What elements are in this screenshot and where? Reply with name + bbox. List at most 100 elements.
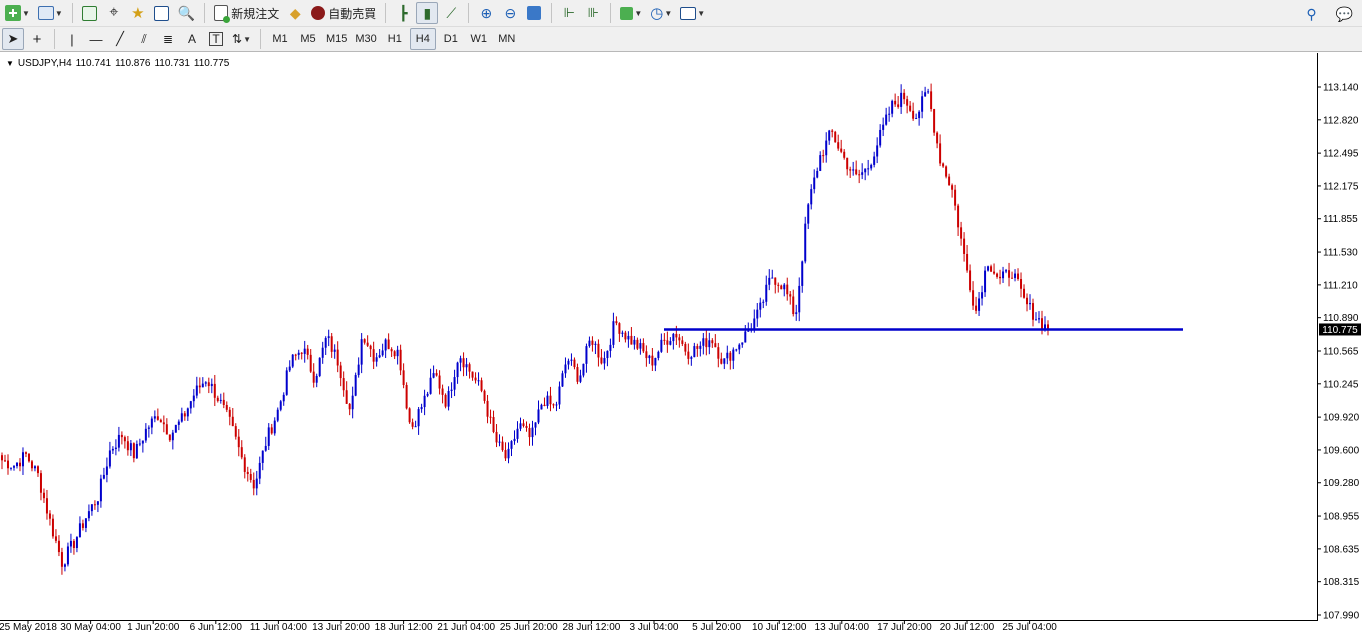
price-axis-label: 112.175 <box>1323 181 1359 192</box>
candle-body <box>9 467 12 469</box>
candle-body <box>336 349 339 366</box>
candle-body <box>465 364 468 368</box>
fibonacci-button[interactable]: ≣ <box>157 28 179 50</box>
tile-windows-button[interactable] <box>523 2 545 24</box>
toolbar-separator <box>204 3 206 23</box>
text-tool-button[interactable]: A <box>181 28 203 50</box>
candle-body <box>798 285 801 313</box>
data-window-button[interactable]: ⌖ <box>103 2 125 24</box>
candle-body <box>633 339 636 345</box>
candle-body <box>807 204 810 224</box>
channel-icon: ⫽ <box>141 31 147 46</box>
candle-body <box>789 294 792 297</box>
price-chart[interactable]: 113.140 112.820 112.495 112.175 111.855 111.5… <box>0 53 1362 640</box>
candle-body <box>414 426 417 428</box>
candle-body <box>483 390 486 401</box>
timeframe-mn[interactable]: MN <box>494 28 520 50</box>
strategy-tester-button[interactable]: 🔍 <box>175 2 198 24</box>
timeframe-h4[interactable]: H4 <box>409 28 436 50</box>
candle-body <box>585 346 588 364</box>
candle-body <box>540 404 543 410</box>
candle-body <box>1 455 3 461</box>
candle-body <box>567 360 570 365</box>
periods-button[interactable]: ◷ ▼ <box>647 2 675 24</box>
candle-body <box>759 302 762 310</box>
candle-body <box>411 422 414 427</box>
metaeditor-button[interactable]: ◆ <box>284 2 306 24</box>
toolbar-separator <box>71 3 73 23</box>
price-axis-label: 108.635 <box>1323 544 1360 555</box>
search-button[interactable]: ⚲ <box>1301 3 1323 25</box>
candle-body <box>561 373 564 387</box>
cursor-tool-button[interactable]: ➤ <box>2 28 24 50</box>
candle-body <box>3 460 6 462</box>
candle-body <box>1035 319 1038 321</box>
trendline-button[interactable]: ╱ <box>109 28 131 50</box>
timeframe-w1[interactable]: W1 <box>466 28 492 50</box>
profiles-button[interactable]: ▼ <box>35 2 66 24</box>
auto-trading-button[interactable]: 自動売買 <box>308 2 379 24</box>
navigator-button[interactable]: ★ <box>127 2 149 24</box>
candle-body <box>252 479 255 489</box>
new-chart-button[interactable]: ▼ <box>2 2 33 24</box>
crosshair-target-icon: ⌖ <box>109 4 119 21</box>
price-axis-label: 109.280 <box>1323 478 1360 489</box>
time-axis-label: 28 Jun 12:00 <box>562 622 620 633</box>
indicators-button[interactable]: ▼ <box>617 2 645 24</box>
equidistant-channel-button[interactable]: ⫽ <box>133 28 155 50</box>
market-watch-button[interactable] <box>79 2 101 24</box>
zoom-out-button[interactable]: ⊖ <box>499 2 521 24</box>
time-axis-label: 30 May 04:00 <box>60 622 121 633</box>
terminal-button[interactable] <box>151 2 173 24</box>
bar-chart-button[interactable]: ┣ <box>392 2 414 24</box>
candle-body <box>714 343 717 348</box>
timeframe-d1[interactable]: D1 <box>438 28 464 50</box>
candle-body <box>885 114 888 125</box>
timeframe-m15[interactable]: M15 <box>323 28 350 50</box>
candle-body <box>54 536 57 541</box>
candle-body <box>441 388 444 395</box>
candle-body <box>333 349 336 352</box>
text-label-tool-button[interactable]: T <box>205 28 227 50</box>
candle-body <box>189 401 192 409</box>
timeframe-m1[interactable]: M1 <box>267 28 293 50</box>
candle-body <box>63 564 66 567</box>
timeframe-m5[interactable]: M5 <box>295 28 321 50</box>
horizontal-line-button[interactable]: — <box>85 28 107 50</box>
time-axis-label: 25 May 2018 <box>0 622 57 633</box>
zoom-in-button[interactable]: ⊕ <box>475 2 497 24</box>
autoscroll-button[interactable]: ⊪ <box>582 2 604 24</box>
candle-body <box>507 448 510 459</box>
candle-body <box>87 511 90 519</box>
candle-body <box>684 343 687 352</box>
candlestick-button[interactable]: ▮ <box>416 2 439 24</box>
templates-button[interactable]: ▼ <box>677 2 708 24</box>
candle-body <box>960 227 963 239</box>
candle-body <box>243 457 246 472</box>
candle-body <box>534 422 537 428</box>
chart-shift-button[interactable]: ⊩ <box>558 2 580 24</box>
vertical-line-button[interactable]: | <box>61 28 83 50</box>
candle-body <box>729 352 732 361</box>
candle-body <box>399 349 402 371</box>
candle-body <box>171 432 174 441</box>
line-chart-button[interactable]: ⟋ <box>440 2 462 24</box>
timeframe-m30[interactable]: M30 <box>352 28 379 50</box>
candle-body <box>369 345 372 350</box>
arrows-tool-button[interactable]: ⇅ ▼ <box>229 28 254 50</box>
text-label-icon: T <box>209 32 223 46</box>
candle-body <box>786 284 789 295</box>
candle-body <box>468 364 471 372</box>
arrows-icon: ⇅ <box>232 32 243 46</box>
chart-window[interactable]: 113.140 112.820 112.495 112.175 111.855 111.5… <box>0 53 1362 640</box>
new-order-button[interactable]: 新規注文 <box>211 2 282 24</box>
text-tool-label: A <box>187 32 196 46</box>
chat-button[interactable]: 💬 <box>1333 3 1356 25</box>
candle-body <box>1038 318 1041 320</box>
candle-body <box>582 363 585 376</box>
candle-body <box>240 447 243 458</box>
timeframe-h1[interactable]: H1 <box>382 28 408 50</box>
crosshair-tool-button[interactable]: + <box>26 28 48 50</box>
candle-body <box>141 440 144 444</box>
collapse-triangle-icon[interactable]: ▼ <box>6 59 14 68</box>
